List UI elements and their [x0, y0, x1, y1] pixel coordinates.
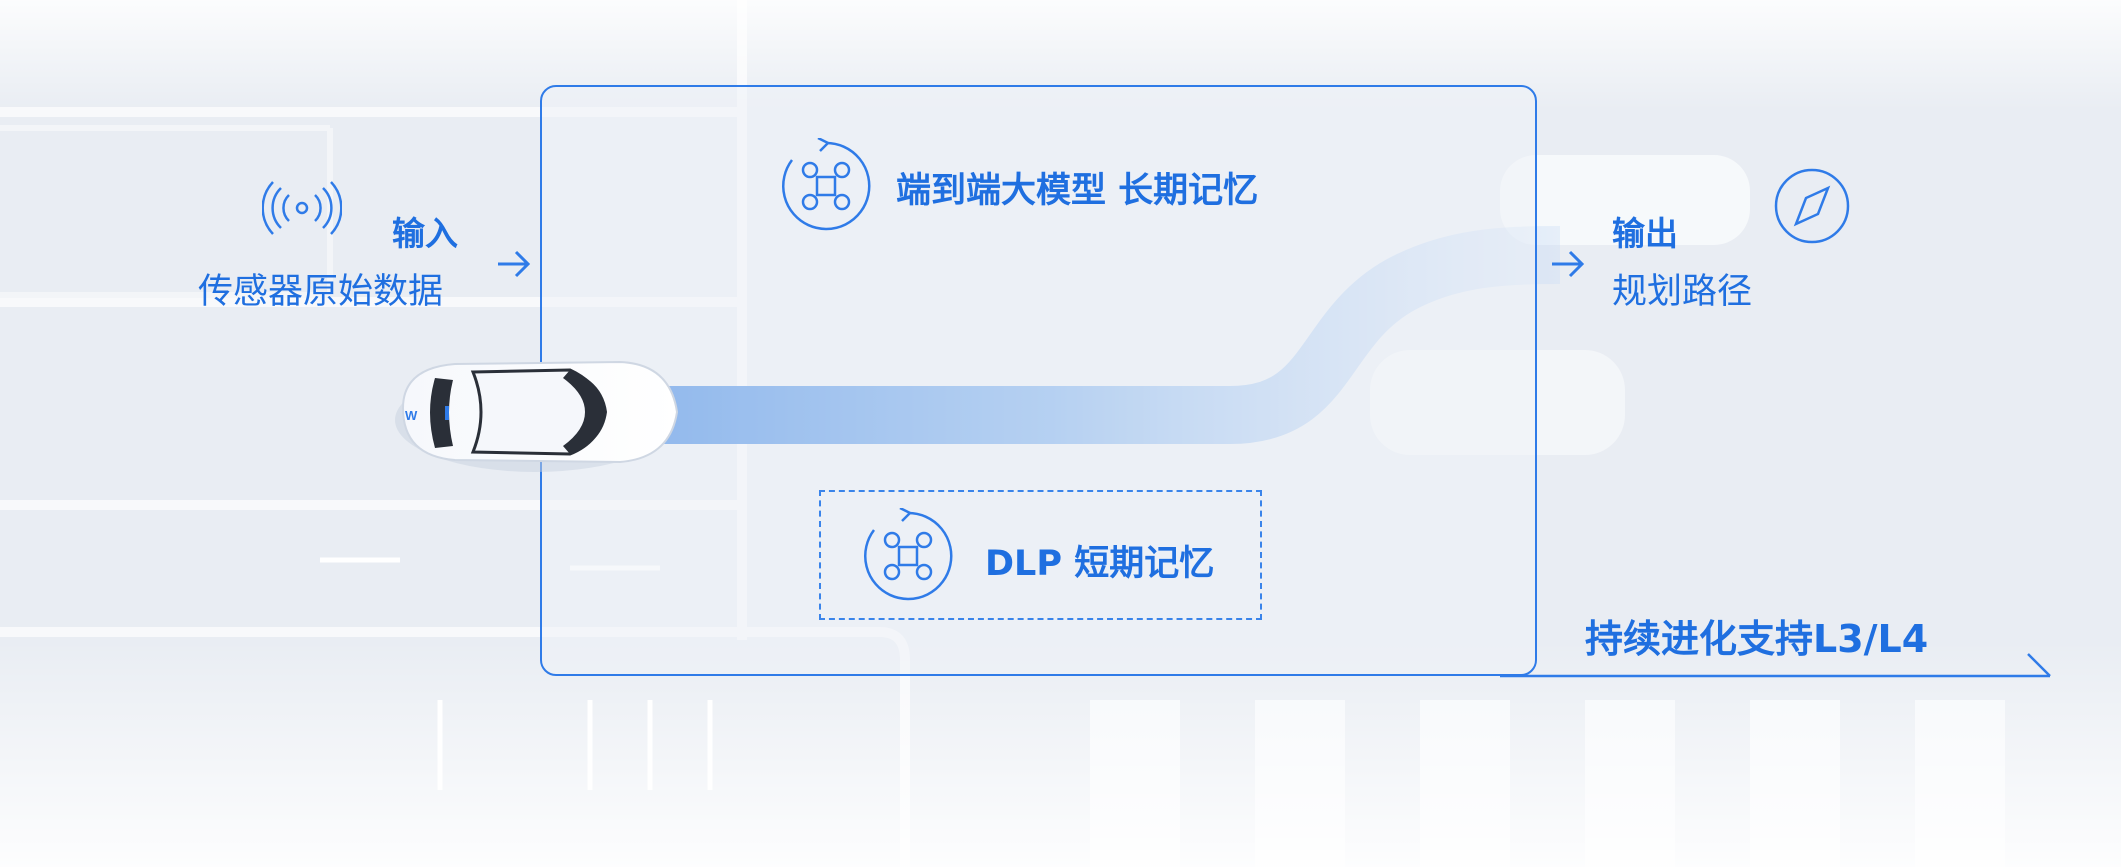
svg-text:W: W: [405, 408, 418, 423]
short-term-command-cycle-icon: [864, 508, 953, 601]
car-icon: W: [395, 360, 679, 472]
output-title: 输出: [1612, 214, 1678, 253]
input-title: 输入: [392, 214, 458, 253]
compass-icon: [1774, 168, 1850, 244]
output-arrow-icon: [1552, 250, 1585, 278]
long-term-memory-label: 端到端大模型 长期记忆: [896, 171, 1259, 211]
baseline-arrow: [1500, 653, 2051, 678]
scene: W 输入 传感器原始数据 端到端大模型 长期记忆 DLP 短期记忆 输出 规划路…: [0, 0, 2121, 867]
sensor-signal-icon: [262, 181, 342, 235]
input-arrow-icon: [498, 250, 531, 278]
short-term-memory-label: DLP 短期记忆: [985, 544, 1215, 584]
long-term-command-cycle-icon: [782, 138, 871, 231]
input-subtitle: 传感器原始数据: [198, 272, 444, 312]
output-subtitle: 规划路径: [1612, 272, 1753, 312]
